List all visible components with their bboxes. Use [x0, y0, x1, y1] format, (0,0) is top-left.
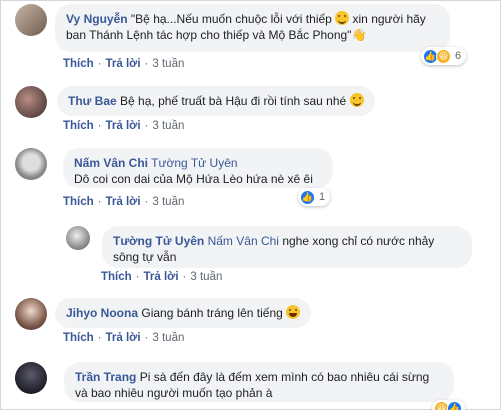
comment-item: Nấm Vân Chi Tường Tử Uyên Dô coi con dai…: [15, 148, 333, 188]
comment-actions: Thích · Trả lời · 3 tuần: [63, 58, 185, 70]
reply-link[interactable]: Trả lời: [106, 332, 141, 344]
reaction-summary[interactable]: 👍 😆 6: [421, 47, 467, 65]
reply-item: Tường Tử Uyên Nấm Vân Chi nghe xong chỉ …: [66, 226, 472, 268]
reply-link[interactable]: Trả lời: [106, 120, 141, 132]
reaction-summary[interactable]: 👍 1: [298, 188, 331, 206]
reaction-summary[interactable]: 😆 👍: [432, 400, 465, 410]
smile-emoji-icon: [335, 11, 350, 25]
comment-author[interactable]: Nấm Vân Chi: [74, 156, 148, 170]
laugh-emoji-icon: [286, 305, 301, 319]
avatar[interactable]: [15, 86, 47, 118]
comment-author[interactable]: Jihyo Noona: [66, 306, 138, 320]
haha-icon: 😆: [436, 48, 451, 64]
avatar[interactable]: [15, 362, 47, 394]
comment-text: Bệ hạ, phế truất bà Hậu đi rồi tính sau …: [120, 94, 347, 108]
avatar[interactable]: [15, 148, 47, 180]
waving-hand-icon: 👋: [351, 28, 367, 42]
comment-item: Trần Trang Pi sà đến đây là đếm xem mình…: [15, 362, 454, 402]
mention-tag[interactable]: Nấm Vân Chi: [208, 234, 279, 248]
timestamp[interactable]: 3 tuần: [152, 120, 184, 132]
mention-tag[interactable]: Tường Tử Uyên: [151, 156, 237, 170]
reply-link[interactable]: Trả lời: [106, 196, 141, 208]
like-link[interactable]: Thích: [63, 332, 94, 344]
comment-author[interactable]: Tường Tử Uyên: [113, 234, 204, 248]
comment-item: Vy Nguyễn "Bệ hạ...Nếu muốn chuộc lỗi vớ…: [15, 4, 450, 52]
comment-text: Dô coi con dai của Mộ Hứa Lèo hứa nè xê …: [74, 172, 313, 186]
like-link[interactable]: Thích: [63, 120, 94, 132]
comment-author[interactable]: Vy Nguyễn: [66, 12, 128, 26]
comment-author[interactable]: Trần Trang: [75, 370, 136, 384]
like-link[interactable]: Thích: [63, 58, 94, 70]
like-link[interactable]: Thích: [63, 196, 94, 208]
timestamp[interactable]: 3 tuần: [190, 271, 222, 283]
timestamp[interactable]: 3 tuần: [152, 196, 184, 208]
avatar[interactable]: [15, 298, 47, 330]
comment-bubble: Tường Tử Uyên Nấm Vân Chi nghe xong chỉ …: [102, 226, 472, 268]
comment-actions: Thích · Trả lời · 3 tuần: [63, 120, 185, 132]
comment-bubble: Thư Bae Bệ hạ, phế truất bà Hậu đi rồi t…: [57, 86, 375, 116]
reaction-count: 6: [455, 50, 462, 62]
reaction-count: 1: [319, 191, 326, 203]
smile-emoji-icon: [349, 93, 364, 107]
reply-link[interactable]: Trả lời: [144, 271, 179, 283]
avatar[interactable]: [15, 4, 47, 36]
comment-actions: Thích · Trả lời · 3 tuần: [101, 271, 223, 283]
avatar[interactable]: [66, 226, 90, 250]
comment-text: "Bệ hạ...Nếu muốn chuộc lỗi với thiếp: [130, 12, 332, 26]
like-link[interactable]: Thích: [101, 271, 132, 283]
reply-link[interactable]: Trả lời: [106, 58, 141, 70]
thumbs-up-icon: 👍: [447, 400, 462, 410]
comment-actions: Thích · Trả lời · 3 tuần: [63, 196, 185, 208]
comment-actions: Thích · Trả lời · 3 tuần: [63, 332, 185, 344]
comment-text: Giang bánh tráng lên tiếng: [141, 306, 283, 320]
comment-bubble: Nấm Vân Chi Tường Tử Uyên Dô coi con dai…: [63, 148, 333, 188]
timestamp[interactable]: 3 tuần: [152, 58, 184, 70]
thumbs-up-icon: 👍: [300, 189, 315, 205]
comment-item: Thư Bae Bệ hạ, phế truất bà Hậu đi rồi t…: [15, 86, 375, 118]
timestamp[interactable]: 3 tuần: [152, 332, 184, 344]
comment-item: Jihyo Noona Giang bánh tráng lên tiếng: [15, 298, 312, 330]
comment-bubble: Jihyo Noona Giang bánh tráng lên tiếng: [55, 298, 312, 328]
comment-bubble: Vy Nguyễn "Bệ hạ...Nếu muốn chuộc lỗi vớ…: [55, 4, 450, 52]
comment-bubble: Trần Trang Pi sà đến đây là đếm xem mình…: [64, 362, 454, 402]
comment-author[interactable]: Thư Bae: [68, 94, 117, 108]
